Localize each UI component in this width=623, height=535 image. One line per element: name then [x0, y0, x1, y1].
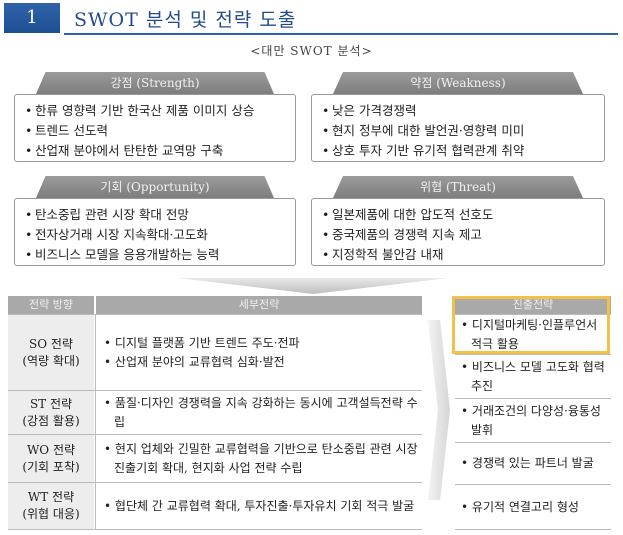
row-key-sub: (위협 대응) [22, 507, 80, 521]
list-item: • 디지털 플랫폼 기반 트렌드 주도·전파 [104, 335, 300, 350]
column-divider [95, 314, 96, 530]
strategy-table: 전략 방향 세부전략 SO 전략 (역량 확대) • 디지털 플랫폼 기반 트렌드… [8, 296, 422, 530]
row-key: WO 전략 [26, 442, 76, 457]
weakness-box: 약점 (Weakness) • 낮은 가격경쟁력 • 현지 정부에 대한 발언권·영… [311, 72, 605, 162]
list-item: • 트렌드 선도력 [25, 123, 108, 138]
header-rule [64, 33, 618, 35]
list-item: • 현지 업체와 긴밀한 교류협력을 기반으로 탄소중립 관련 시장 진출기회 … [104, 441, 418, 475]
down-arrow-icon [178, 278, 448, 294]
weakness-title: 약점 (Weakness) [333, 72, 583, 94]
list-item: • 현지 정부에 대한 발언권·영향력 미미 [322, 123, 525, 138]
list-item: • 산업재 분야에서 탄탄한 교역망 구축 [25, 143, 224, 158]
list-item: • 비즈니스 모델 고도화 협력 추진 [455, 354, 611, 398]
list-item: • 일본제품에 대한 압도적 선호도 [322, 207, 494, 222]
section-title: SWOT 분석 및 전략 도출 [74, 9, 297, 31]
list-item: • 거래조건의 다양성·융통성 발휘 [455, 398, 611, 442]
section-number-badge: 1 [4, 3, 60, 33]
header-direction: 전략 방향 [8, 296, 94, 314]
header-detail: 세부전략 [96, 296, 422, 314]
list-item: • 품질·디자인 경쟁력을 지속 강화하는 동시에 고객설득전략 수립 [104, 395, 418, 429]
chevron-right-icon [428, 320, 450, 500]
list-item: • 탄소중립 관련 시장 확대 전망 [25, 207, 189, 222]
highlight-frame [452, 296, 610, 354]
row-key: WT 전략 [27, 490, 75, 504]
strength-title: 강점 (Strength) [36, 72, 274, 94]
row-key-sub: (기회 포착) [22, 459, 80, 474]
list-item: • 낮은 가격경쟁력 [322, 103, 417, 118]
list-item: • 상호 투자 기반 유기적 협력관계 취약 [322, 143, 525, 158]
list-item: • 경쟁력 있는 파트너 발굴 [455, 442, 611, 484]
list-item: • 전자상거래 시장 지속확대·고도화 [25, 227, 208, 242]
list-item: • 산업재 분야의 교류협력 심화·발전 [104, 354, 285, 369]
table-row: WO 전략 (기회 포착) • 현지 업체와 긴밀한 교류협력을 기반으로 탄소중… [8, 434, 422, 482]
list-item: • 한류 영향력 기반 한국산 제품 이미지 상승 [25, 103, 255, 118]
diagram-subtitle: <대만 SWOT 분석> [250, 44, 373, 58]
row-key: ST 전략 [29, 396, 73, 411]
row-key-sub: (강점 활용) [22, 413, 80, 428]
row-key: SO 전략 [29, 336, 73, 351]
list-item: • 지정학적 불안감 내재 [322, 247, 444, 262]
opportunity-title: 기회 (Opportunity) [36, 176, 274, 198]
list-item: • 협단체 간 교류협력 확대, 투자진출·투자유치 기회 적극 발굴 [104, 498, 415, 513]
list-item: • 중국제품의 경쟁력 지속 제고 [322, 227, 482, 242]
table-row: WT 전략 (위협 대응) • 협단체 간 교류협력 확대, 투자진출·투자유치 … [8, 482, 422, 530]
table-row: ST 전략 (강점 활용) • 품질·디자인 경쟁력을 지속 강화하는 동시에 고… [8, 390, 422, 434]
row-key-sub: (역량 확대) [22, 353, 80, 368]
list-item: • 유기적 연결고리 형성 [455, 484, 611, 530]
list-item: • 비즈니스 모델을 응용개발하는 능력 [25, 247, 220, 262]
opportunity-box: 기회 (Opportunity) • 탄소중립 관련 시장 확대 전망 • 전자상거… [14, 176, 296, 266]
section-header: 1 SWOT 분석 및 전략 도출 [4, 2, 618, 36]
table-row: SO 전략 (역량 확대) • 디지털 플랫폼 기반 트렌드 주도·전파 • 산업… [8, 314, 422, 390]
threat-box: 위협 (Threat) • 일본제품에 대한 압도적 선호도 • 중국제품의 경쟁력… [311, 176, 605, 266]
strength-box: 강점 (Strength) • 한류 영향력 기반 한국산 제품 이미지 상승 •… [14, 72, 296, 162]
threat-title: 위협 (Threat) [333, 176, 583, 198]
